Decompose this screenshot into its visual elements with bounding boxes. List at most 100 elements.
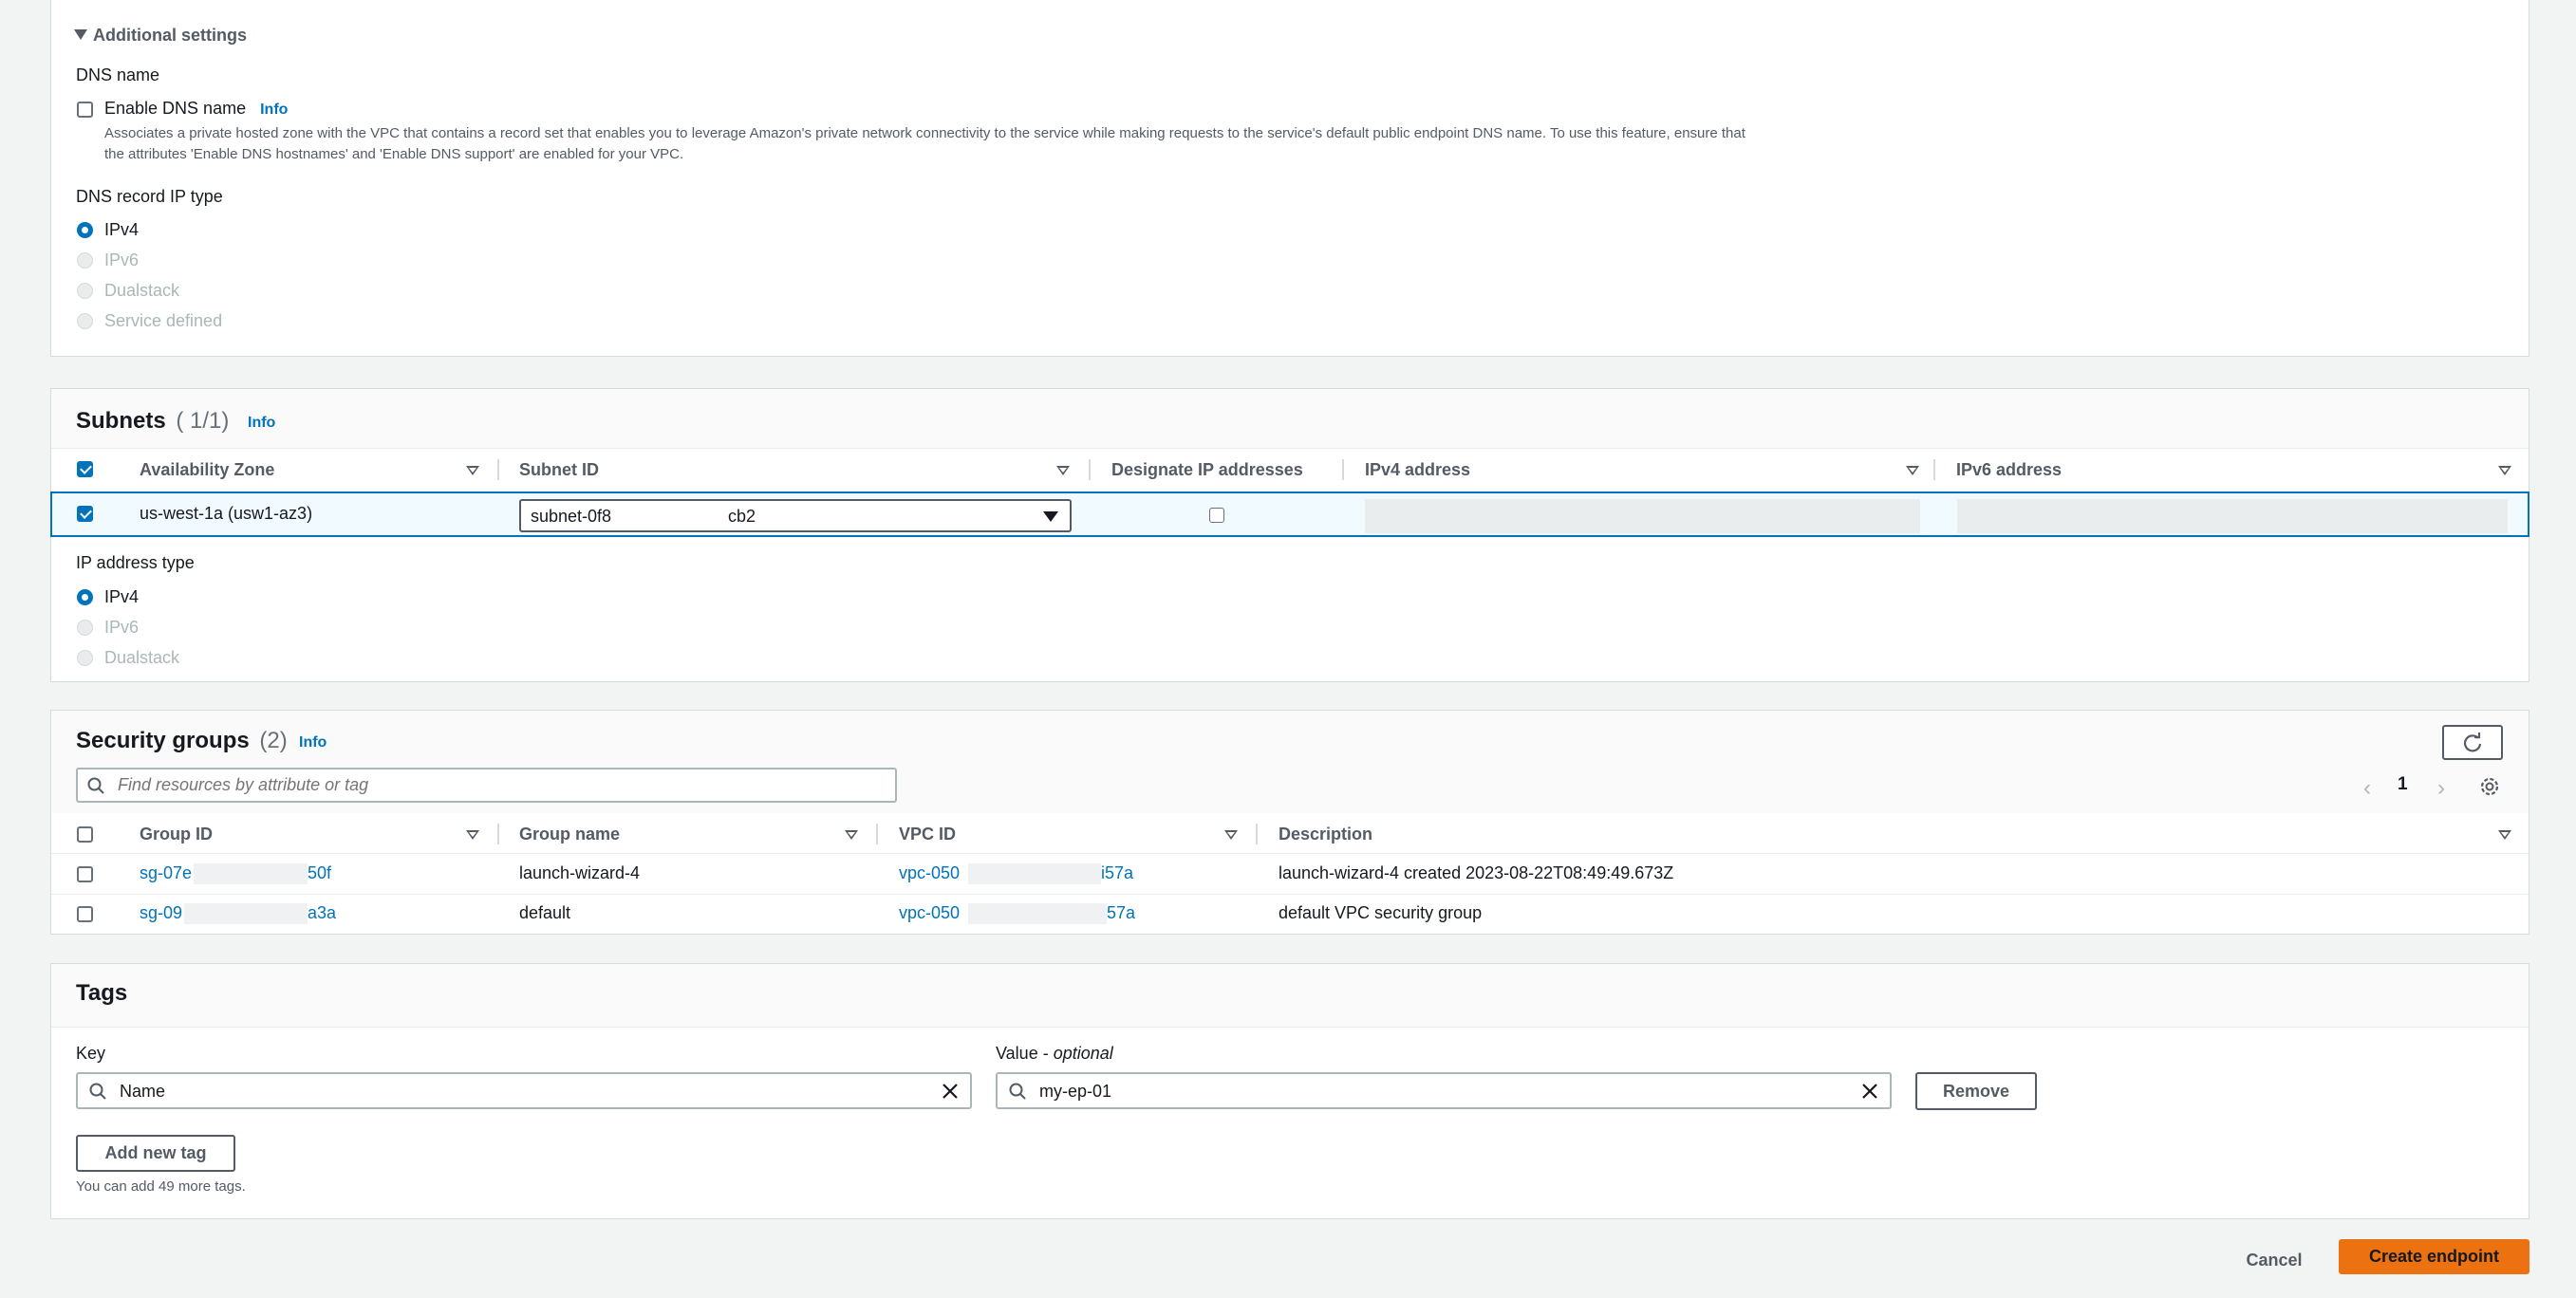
redacted-area [968,863,1101,884]
refresh-button[interactable] [2442,725,2503,760]
security-groups-title-text: Security groups [76,728,250,753]
additional-settings-toggle[interactable]: Additional settings [74,26,247,46]
tag-key-value: Name [120,1082,166,1101]
dns-ipv6-label: IPv6 [104,250,140,269]
dns-service-defined-radio [77,313,93,329]
tag-value-optional: optional [1053,1044,1113,1063]
sg-description: launch-wizard-4 created 2023-08-22T08:49… [1279,863,1674,882]
col-ipv6-address[interactable]: IPv6 address [1956,460,2062,480]
tag-value-value: my-ep-01 [1039,1082,1112,1101]
cancel-button[interactable]: Cancel [2229,1243,2320,1277]
group-name: launch-wizard-4 [519,863,641,882]
security-groups-info-link[interactable]: Info [299,734,327,751]
settings-gear-icon[interactable] [2478,775,2501,798]
subnet-row-checkbox[interactable] [77,506,93,522]
col-vpc-id[interactable]: VPC ID [899,825,956,844]
security-groups-title: Security groups (2) [76,728,288,754]
column-divider [1089,459,1091,480]
next-page-icon[interactable]: › [2437,775,2445,802]
refresh-icon [2463,732,2482,752]
dns-name-label: DNS name [76,65,160,84]
security-group-search-input[interactable] [116,774,879,796]
dns-ipv4-radio[interactable] [77,222,93,238]
sort-icon[interactable] [466,466,479,475]
group-id-link-suffix[interactable]: a3a [308,903,336,923]
clear-icon[interactable] [1861,1083,1878,1100]
column-divider [497,824,499,844]
col-subnet-id[interactable]: Subnet ID [519,460,599,480]
vpc-id-link-prefix[interactable]: vpc-050 [899,863,960,883]
ip-ipv4-label: IPv4 [104,587,140,606]
enable-dns-label: Enable DNS name [104,99,247,118]
tags-hint: You can add 49 more tags. [76,1178,246,1195]
subnet-id-select[interactable]: subnet-0f8 cb2 [519,499,1072,532]
subnets-panel: Subnets ( 1/1) Info Availability Zone Su… [50,388,2529,682]
dns-dualstack-radio [77,283,93,299]
select-all-subnets-checkbox[interactable] [77,461,93,477]
col-ipv4-address[interactable]: IPv4 address [1365,460,1470,480]
ipv4-address-input [1365,499,1920,533]
page-number[interactable]: 1 [2398,774,2408,795]
sort-icon[interactable] [1906,466,1919,475]
group-id-link-prefix[interactable]: sg-09 [140,903,182,923]
subnets-title-text: Subnets [76,408,166,434]
subnets-header [51,389,2529,449]
remove-tag-button[interactable]: Remove [1915,1072,2037,1110]
dns-ipv6-radio [77,252,93,269]
tag-key-input[interactable]: Name [76,1072,972,1109]
column-divider [1933,459,1935,480]
sg-row-checkbox[interactable] [77,866,93,882]
sort-icon[interactable] [2498,466,2511,475]
ip-ipv6-radio [77,620,93,636]
enable-dns-checkbox[interactable] [77,102,93,118]
ip-ipv6-label: IPv6 [104,618,140,637]
prev-page-icon[interactable]: ‹ [2363,775,2371,802]
dns-ipv4-label: IPv4 [104,220,140,239]
subnet-id-suffix: cb2 [728,507,756,526]
security-group-search[interactable] [76,768,897,803]
dns-record-ip-type-label: DNS record IP type [76,187,223,206]
tag-value-input[interactable]: my-ep-01 [996,1072,1892,1109]
group-id-link-prefix[interactable]: sg-07e [140,863,192,883]
col-group-name[interactable]: Group name [519,825,620,844]
sort-icon[interactable] [2498,830,2511,840]
subnet-id-prefix: subnet-0f8 [531,507,612,526]
tag-value-label: Value - optional [996,1044,1113,1064]
sort-icon[interactable] [1056,466,1070,475]
vpc-id-link-suffix[interactable]: 57a [1107,903,1135,923]
col-description[interactable]: Description [1279,825,1372,844]
create-endpoint-button[interactable]: Create endpoint [2339,1239,2529,1274]
redacted-area [968,903,1107,924]
sg-row-checkbox[interactable] [77,906,93,922]
sort-icon[interactable] [466,830,479,840]
designate-ip-checkbox[interactable] [1209,508,1224,523]
enable-dns-description-2: the attributes 'Enable DNS hostnames' an… [104,146,684,162]
row-divider [51,894,2529,895]
availability-zone-value: us-west-1a (usw1-az3) [140,504,313,523]
select-all-sg-checkbox[interactable] [77,826,93,843]
vpc-id-link-prefix[interactable]: vpc-050 [899,903,960,923]
vpc-id-link-suffix[interactable]: i57a [1101,863,1133,883]
col-availability-zone[interactable]: Availability Zone [140,460,274,480]
enable-dns-row: Enable DNS name Info [104,99,288,119]
ip-address-type-label: IP address type [76,553,195,572]
ip-ipv4-radio[interactable] [77,589,93,605]
search-icon [89,1083,106,1100]
tags-panel: Tags Key Value - optional Name my-ep-01 … [50,963,2529,1219]
subnets-info-link[interactable]: Info [248,415,275,432]
clear-icon[interactable] [942,1083,959,1100]
dns-service-defined-label: Service defined [104,311,223,330]
ip-dualstack-radio [77,650,93,666]
dns-dualstack-label: Dualstack [104,281,180,300]
redacted-area [194,863,308,884]
group-id-link-suffix[interactable]: 50f [308,863,331,883]
enable-dns-description-1: Associates a private hosted zone with th… [104,125,1745,141]
caret-down-icon [74,29,87,40]
col-group-id[interactable]: Group ID [140,825,213,844]
info-link[interactable]: Info [260,102,288,118]
col-designate-ip: Designate IP addresses [1111,460,1303,479]
add-new-tag-button[interactable]: Add new tag [76,1135,235,1172]
column-divider [497,459,499,480]
sort-icon[interactable] [845,830,858,840]
sort-icon[interactable] [1224,830,1238,840]
